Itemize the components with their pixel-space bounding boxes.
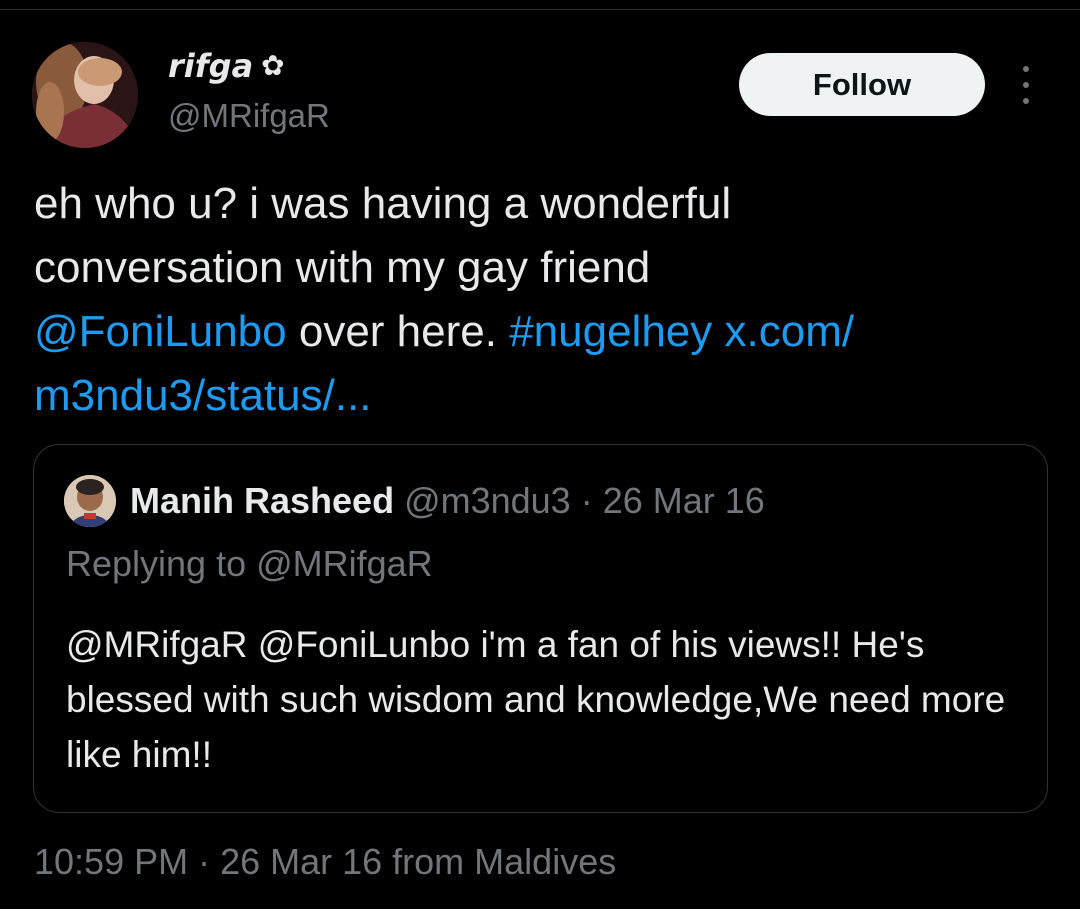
tweet-text: eh who u? i was having a wonderful conve… bbox=[34, 172, 1034, 428]
quote-handle-date[interactable]: @m3ndu3 · 26 Mar 16 bbox=[394, 480, 765, 521]
mention-link[interactable]: @FoniLunbo bbox=[34, 307, 287, 356]
quote-avatar-image bbox=[64, 475, 116, 527]
quote-text: @MRifgaR @FoniLunbo i'm a fan of his vie… bbox=[66, 624, 1006, 775]
author-avatar-image bbox=[32, 42, 138, 148]
author-name-text: rifga bbox=[168, 47, 254, 85]
author-name-block: rifga ✿ @MRifgaR bbox=[168, 44, 330, 138]
quoted-tweet-card[interactable]: Manih Rasheed @m3ndu3 · 26 Mar 16 Replyi… bbox=[33, 444, 1048, 813]
tweet-text-part: over here. bbox=[286, 307, 510, 356]
more-dot bbox=[1023, 66, 1029, 72]
author-display-name[interactable]: rifga ✿ bbox=[168, 44, 330, 88]
author-avatar[interactable] bbox=[32, 42, 138, 148]
more-dot bbox=[1023, 98, 1029, 104]
more-options-icon[interactable] bbox=[1012, 66, 1040, 104]
tweet-timestamp[interactable]: 10:59 PM · 26 Mar 16 from Maldives bbox=[34, 836, 616, 888]
tweet-text-part: eh who u? i was having a wonderful conve… bbox=[34, 179, 732, 292]
flower-icon: ✿ bbox=[261, 49, 285, 82]
quote-author-avatar[interactable] bbox=[64, 475, 116, 527]
replying-to: Replying to @MRifgaR bbox=[66, 543, 433, 584]
hashtag-link[interactable]: #nugelhey bbox=[509, 307, 712, 356]
follow-button[interactable]: Follow bbox=[739, 53, 985, 116]
quote-header: Manih Rasheed @m3ndu3 · 26 Mar 16 bbox=[130, 475, 765, 527]
tweet-text-part bbox=[712, 307, 724, 356]
quote-author-name[interactable]: Manih Rasheed bbox=[130, 480, 394, 521]
author-handle[interactable]: @MRifgaR bbox=[168, 94, 330, 138]
more-dot bbox=[1023, 82, 1029, 88]
top-divider bbox=[0, 9, 1080, 10]
